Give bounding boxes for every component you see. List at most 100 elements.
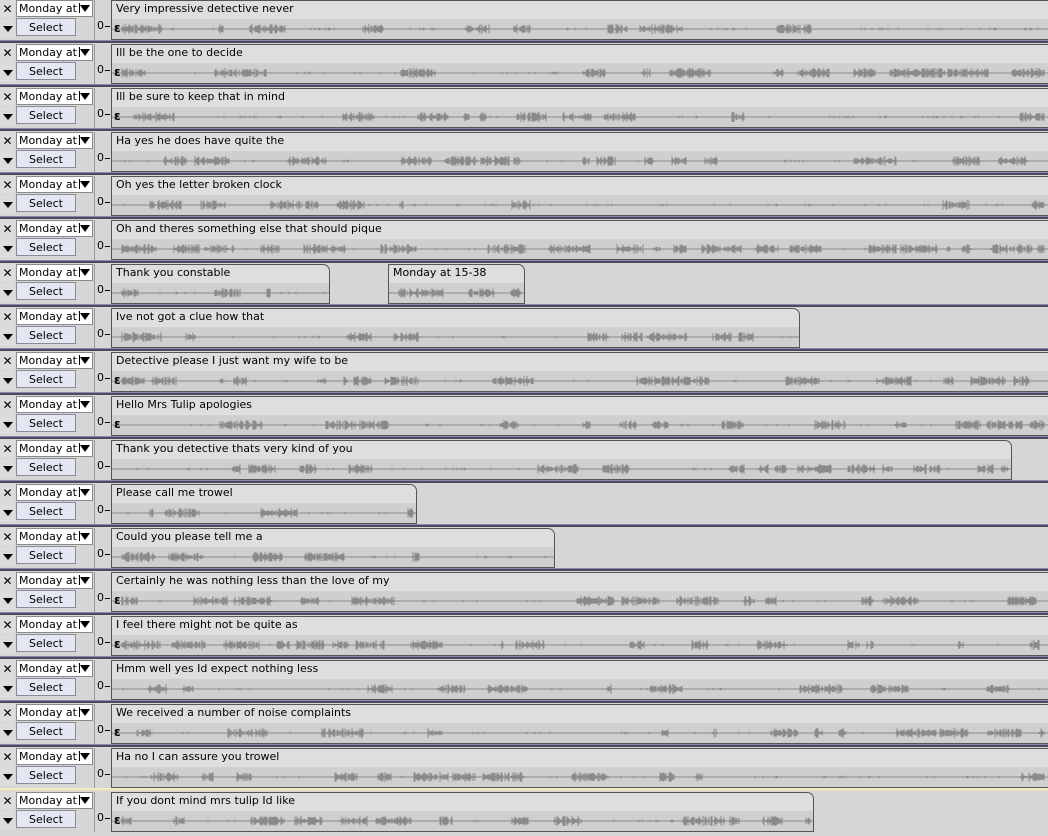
track-menu-arrow-icon[interactable]: [77, 1, 92, 16]
track-menu-arrow-icon[interactable]: [77, 221, 92, 236]
audio-clip[interactable]: Thank you detective thats very kind of y…: [111, 440, 1012, 480]
track-name-menu[interactable]: Monday at 1: [16, 616, 93, 633]
audio-clip[interactable]: Thank you constable: [111, 264, 330, 304]
track-menu-arrow-icon[interactable]: [77, 133, 92, 148]
close-icon[interactable]: ✕: [0, 88, 15, 106]
clip-title[interactable]: Please call me trowel: [116, 486, 233, 499]
select-button[interactable]: Select: [16, 238, 76, 256]
track-menu-arrow-icon[interactable]: [77, 617, 92, 632]
clip-title[interactable]: Detective please I just want my wife to …: [116, 354, 348, 367]
clip-waveform[interactable]: [112, 63, 1048, 83]
close-icon[interactable]: ✕: [0, 132, 15, 150]
clip-waveform[interactable]: [389, 283, 524, 303]
track-separator[interactable]: [0, 40, 1048, 43]
track-name-menu[interactable]: Monday at 1: [16, 484, 93, 501]
chevron-down-icon[interactable]: [0, 151, 15, 170]
close-icon[interactable]: ✕: [0, 484, 15, 502]
clip-title[interactable]: I feel there might not be quite as: [116, 618, 298, 631]
track-name-menu[interactable]: Monday at 1: [16, 220, 93, 237]
clip-title[interactable]: Ive not got a clue how that: [116, 310, 264, 323]
track-separator[interactable]: [0, 128, 1048, 131]
close-icon[interactable]: ✕: [0, 176, 15, 194]
close-icon[interactable]: ✕: [0, 616, 15, 634]
track-separator[interactable]: [0, 612, 1048, 615]
track-separator[interactable]: [0, 480, 1048, 483]
select-button[interactable]: Select: [16, 282, 76, 300]
close-icon[interactable]: ✕: [0, 308, 15, 326]
track-separator[interactable]: [0, 172, 1048, 175]
track-name-menu[interactable]: Monday at 1: [16, 264, 93, 281]
clip-title[interactable]: Could you please tell me a: [116, 530, 263, 543]
clip-waveform[interactable]: [112, 239, 1048, 259]
select-button[interactable]: Select: [16, 194, 76, 212]
audio-clip[interactable]: Certainly he was nothing less than the l…: [111, 572, 1048, 612]
audio-clip[interactable]: Hmm well yes Id expect nothing less: [111, 660, 1048, 700]
select-button[interactable]: Select: [16, 150, 76, 168]
clip-title[interactable]: Certainly he was nothing less than the l…: [116, 574, 390, 587]
select-button[interactable]: Select: [16, 590, 76, 608]
audio-clip[interactable]: Ive not got a clue how that: [111, 308, 800, 348]
track-name-menu[interactable]: Monday at 1: [16, 0, 93, 17]
clip-waveform[interactable]: [112, 107, 1048, 127]
chevron-down-icon[interactable]: [0, 415, 15, 434]
clip-title[interactable]: Ill be the one to decide: [116, 46, 243, 59]
clip-title[interactable]: Ha yes he does have quite the: [116, 134, 284, 147]
track-separator[interactable]: [0, 304, 1048, 307]
clip-title[interactable]: Thank you constable: [116, 266, 230, 279]
clip-waveform[interactable]: [112, 371, 1048, 391]
track-separator[interactable]: [0, 84, 1048, 87]
select-button[interactable]: Select: [16, 458, 76, 476]
clip-waveform[interactable]: [112, 459, 1011, 479]
clip-waveform[interactable]: [112, 195, 1048, 215]
track-name-menu[interactable]: Monday at 1: [16, 660, 93, 677]
track-separator[interactable]: [0, 348, 1048, 351]
track-menu-arrow-icon[interactable]: [77, 441, 92, 456]
audio-clip[interactable]: Oh yes the letter broken clock: [111, 176, 1048, 216]
chevron-down-icon[interactable]: [0, 19, 15, 38]
select-button[interactable]: Select: [16, 326, 76, 344]
select-button[interactable]: Select: [16, 678, 76, 696]
chevron-down-icon[interactable]: [0, 371, 15, 390]
chevron-down-icon[interactable]: [0, 459, 15, 478]
close-icon[interactable]: ✕: [0, 0, 15, 18]
audio-clip[interactable]: Detective please I just want my wife to …: [111, 352, 1048, 392]
select-button[interactable]: Select: [16, 62, 76, 80]
track-name-menu[interactable]: Monday at 1: [16, 88, 93, 105]
audio-clip[interactable]: Ha yes he does have quite the: [111, 132, 1048, 172]
close-icon[interactable]: ✕: [0, 264, 15, 282]
chevron-down-icon[interactable]: [0, 547, 15, 566]
chevron-down-icon[interactable]: [0, 283, 15, 302]
chevron-down-icon[interactable]: [0, 327, 15, 346]
select-button[interactable]: Select: [16, 106, 76, 124]
audio-clip[interactable]: Please call me trowel: [111, 484, 417, 524]
clip-waveform[interactable]: [112, 679, 1048, 699]
select-button[interactable]: Select: [16, 18, 76, 36]
clip-waveform[interactable]: [112, 591, 1048, 611]
clip-title[interactable]: Monday at 15-38: [393, 266, 486, 279]
track-menu-arrow-icon[interactable]: [77, 573, 92, 588]
track-menu-arrow-icon[interactable]: [77, 397, 92, 412]
track-name-menu[interactable]: Monday at 1: [16, 528, 93, 545]
clip-title[interactable]: Hello Mrs Tulip apologies: [116, 398, 252, 411]
audio-clip[interactable]: Very impressive detective neverɛ: [111, 0, 1048, 40]
clip-waveform[interactable]: [112, 547, 554, 567]
close-icon[interactable]: ✕: [0, 396, 15, 414]
audio-clip[interactable]: Oh and theres something else that should…: [111, 220, 1048, 260]
track-separator[interactable]: [0, 656, 1048, 659]
chevron-down-icon[interactable]: [0, 503, 15, 522]
track-separator[interactable]: [0, 392, 1048, 395]
close-icon[interactable]: ✕: [0, 220, 15, 238]
select-button[interactable]: Select: [16, 546, 76, 564]
close-icon[interactable]: ✕: [0, 44, 15, 62]
chevron-down-icon[interactable]: [0, 239, 15, 258]
track-menu-arrow-icon[interactable]: [77, 265, 92, 280]
close-icon[interactable]: ✕: [0, 440, 15, 458]
chevron-down-icon[interactable]: [0, 63, 15, 82]
track-menu-arrow-icon[interactable]: [77, 661, 92, 676]
track-separator[interactable]: [0, 260, 1048, 263]
track-name-menu[interactable]: Monday at 1: [16, 572, 93, 589]
clip-title[interactable]: Oh and theres something else that should…: [116, 222, 382, 235]
clip-title[interactable]: Very impressive detective never: [116, 2, 294, 15]
clip-title[interactable]: Thank you detective thats very kind of y…: [116, 442, 353, 455]
audio-clip[interactable]: I feel there might not be quite asɛ: [111, 616, 1048, 656]
